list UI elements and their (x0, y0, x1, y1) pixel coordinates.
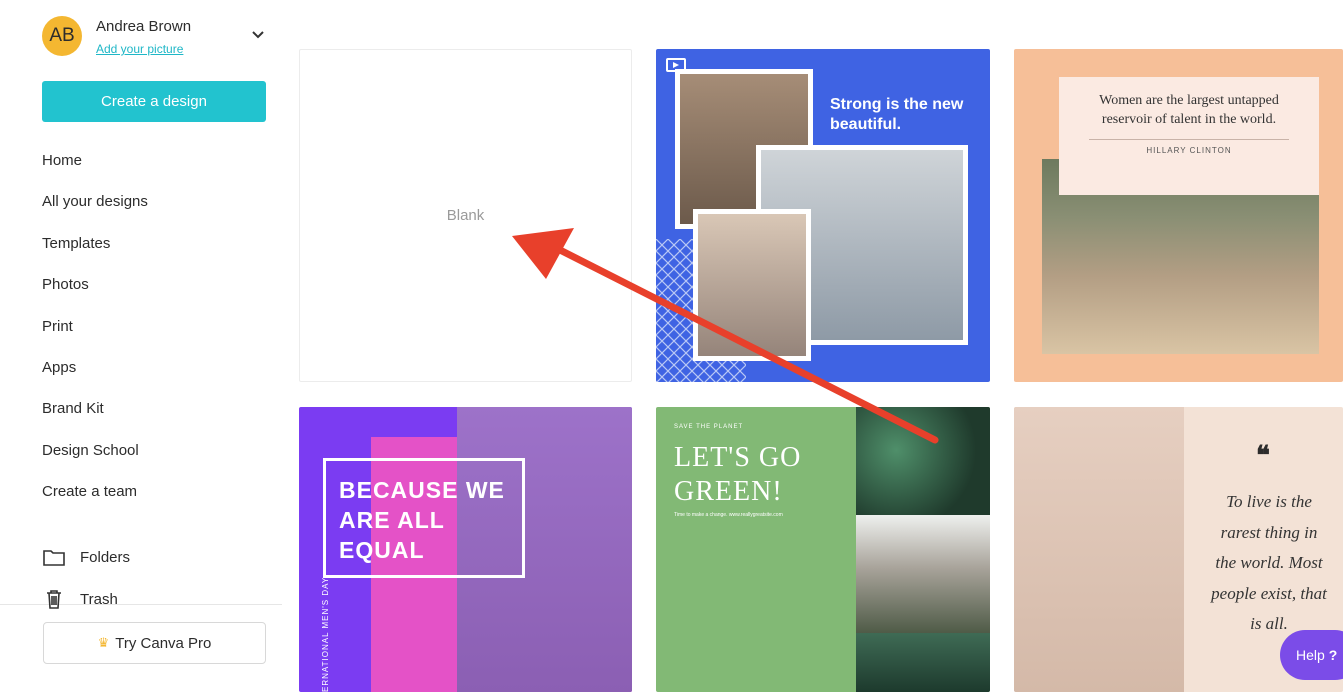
crown-icon: ♛ (97, 635, 110, 650)
sidebar-item-apps[interactable]: Apps (42, 347, 272, 388)
folders-label: Folders (80, 548, 131, 566)
sidebar: AB Andrea Brown Add your picture Create … (0, 0, 284, 692)
sidebar-item-templates[interactable]: Templates (42, 223, 272, 264)
quote-card: Women are the largest untapped reservoir… (1059, 77, 1319, 195)
add-picture-link[interactable]: Add your picture (96, 42, 183, 56)
template-go-green[interactable]: SAVE THE PLANET LET'S GO GREEN! Time to … (656, 407, 990, 692)
quote-mark: ❝ (1256, 441, 1270, 470)
womens-day-text: ERNATIONAL MEN'S DAY (321, 576, 330, 692)
sidebar-item-design-school[interactable]: Design School (42, 430, 272, 471)
sidebar-item-brand-kit[interactable]: Brand Kit (42, 388, 272, 429)
photo-mountains (856, 515, 990, 633)
strong-text: Strong is the new beautiful. (830, 96, 964, 133)
equal-text: BECAUSE WE ARE ALL EQUAL (339, 477, 505, 563)
photo-fitness-class (693, 209, 811, 361)
life-quote: To live is the rarest thing in the world… (1211, 492, 1327, 633)
trash-icon (42, 589, 66, 609)
folder-icon (42, 547, 66, 567)
create-design-button[interactable]: Create a design (42, 81, 266, 122)
sidebar-item-trash[interactable]: Trash (42, 584, 272, 614)
sidebar-item-folders[interactable]: Folders (42, 542, 272, 572)
help-button[interactable]: Help? (1280, 630, 1343, 680)
green-small-text: Time to make a change. www.reallygreatsi… (674, 512, 783, 518)
photo-ferns (856, 633, 990, 692)
template-quote[interactable]: Women are the largest untapped reservoir… (1014, 49, 1343, 382)
green-top-text: SAVE THE PLANET (674, 424, 744, 430)
green-headline: LET'S GO GREEN! (674, 442, 802, 507)
sidebar-item-create-team[interactable]: Create a team (42, 471, 272, 512)
try-canva-pro-button[interactable]: ♛ Try Canva Pro (43, 622, 266, 664)
sidebar-item-photos[interactable]: Photos (42, 264, 272, 305)
blank-label: Blank (446, 207, 485, 224)
sidebar-item-print[interactable]: Print (42, 306, 272, 347)
template-womens-day[interactable]: BECAUSE WE ARE ALL EQUAL ERNATIONAL MEN'… (299, 407, 632, 692)
profile-name: Andrea Brown (96, 18, 192, 35)
sidebar-item-all-designs[interactable]: All your designs (42, 181, 272, 222)
blank-design-tile[interactable]: Blank (299, 49, 632, 382)
help-question-icon: ? (1328, 647, 1338, 663)
chevron-down-icon[interactable] (250, 26, 266, 42)
quote-divider (1089, 139, 1289, 140)
pro-label: Try Canva Pro (115, 634, 212, 652)
photo-succulents (856, 407, 990, 515)
quote-text: Women are the largest untapped reservoir… (1099, 93, 1279, 127)
photo-cozy-coffee (1014, 407, 1184, 692)
template-fitness[interactable]: Strong is the new beautiful. (656, 49, 990, 382)
trash-label: Trash (80, 590, 118, 608)
sidebar-item-home[interactable]: Home (42, 140, 272, 181)
help-label: Help (1296, 647, 1325, 663)
sidebar-nav: Home All your designs Templates Photos P… (42, 140, 272, 513)
profile-menu[interactable]: AB Andrea Brown Add your picture (42, 16, 274, 60)
quote-author: HILLARY CLINTON (1146, 146, 1232, 155)
avatar[interactable]: AB (42, 16, 82, 56)
